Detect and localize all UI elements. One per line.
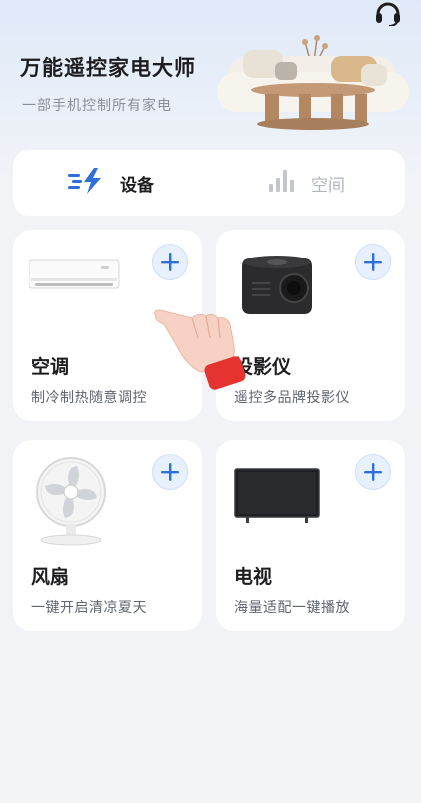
app-page: 万能遥控家电大师 一部手机控制所有家电 设备 空间 空调 制冷制热随意调控 投影… bbox=[0, 0, 421, 803]
add-fan-button[interactable] bbox=[152, 454, 188, 490]
device-card-projector[interactable]: 投影仪 遥控多品牌投影仪 bbox=[216, 230, 405, 421]
device-desc: 制冷制热随意调控 bbox=[31, 390, 147, 406]
plus-icon bbox=[161, 463, 179, 481]
tv-icon bbox=[234, 468, 320, 523]
add-projector-button[interactable] bbox=[355, 244, 391, 280]
plus-icon bbox=[161, 253, 179, 271]
app-subtitle: 一部手机控制所有家电 bbox=[22, 98, 172, 114]
devices-bolt-icon bbox=[68, 168, 106, 198]
device-name: 风扇 bbox=[31, 566, 70, 588]
projector-icon bbox=[242, 256, 312, 314]
tab-space[interactable]: 空间 bbox=[209, 150, 405, 216]
bar-chart-icon bbox=[269, 170, 297, 196]
air-conditioner-icon bbox=[29, 259, 120, 289]
device-name: 投影仪 bbox=[234, 356, 292, 378]
device-card-tv[interactable]: 电视 海量适配一键播放 bbox=[216, 440, 405, 631]
device-name: 空调 bbox=[31, 356, 70, 378]
device-card-fan[interactable]: 风扇 一键开启清凉夏天 bbox=[13, 440, 202, 631]
headset-icon[interactable] bbox=[373, 0, 403, 27]
add-tv-button[interactable] bbox=[355, 454, 391, 490]
device-desc: 一键开启清凉夏天 bbox=[31, 600, 147, 616]
add-air-conditioner-button[interactable] bbox=[152, 244, 188, 280]
device-name: 电视 bbox=[234, 566, 273, 588]
fan-icon bbox=[36, 457, 106, 546]
tab-space-label: 空间 bbox=[311, 175, 345, 196]
tab-devices-label: 设备 bbox=[120, 175, 154, 196]
tab-bar: 设备 空间 bbox=[13, 150, 405, 216]
living-room-illustration bbox=[217, 35, 409, 130]
tab-devices[interactable]: 设备 bbox=[13, 150, 209, 216]
plus-icon bbox=[364, 463, 382, 481]
plus-icon bbox=[364, 253, 382, 271]
app-title: 万能遥控家电大师 bbox=[20, 56, 196, 80]
device-desc: 遥控多品牌投影仪 bbox=[234, 390, 350, 406]
device-desc: 海量适配一键播放 bbox=[234, 600, 350, 616]
device-card-air-conditioner[interactable]: 空调 制冷制热随意调控 bbox=[13, 230, 202, 421]
